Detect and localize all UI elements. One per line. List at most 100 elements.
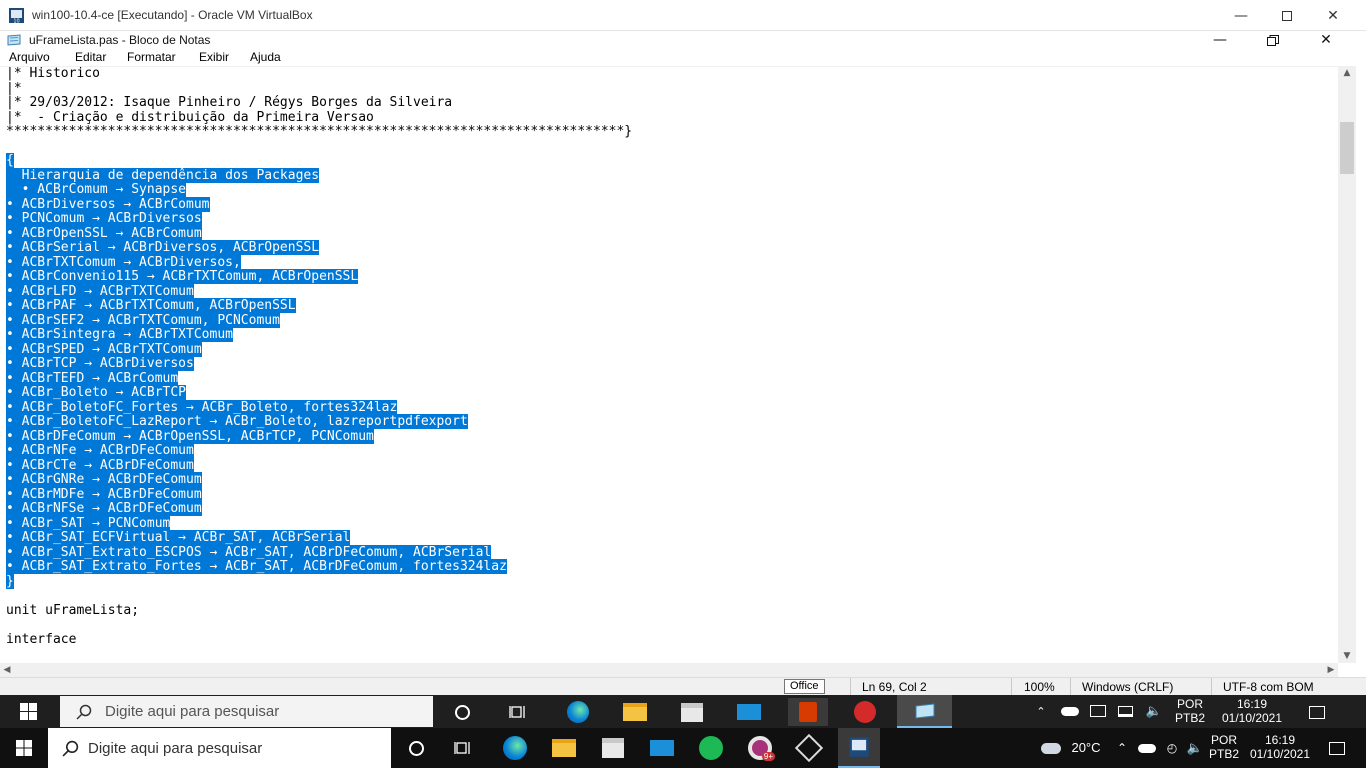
vbox-maximize-button[interactable] (1264, 0, 1310, 31)
menu-arquivo[interactable]: Arquivo (9, 50, 50, 64)
scroll-up-arrow-icon[interactable]: ▲ (1338, 66, 1356, 80)
scroll-down-arrow-icon[interactable]: ▼ (1338, 649, 1356, 663)
vm-language-indicator[interactable]: POR PTB2 (1170, 697, 1210, 725)
notepad-close-button[interactable]: ✕ (1303, 31, 1349, 49)
vm-cloud-icon-button[interactable] (1060, 703, 1080, 719)
vertical-scrollbar[interactable]: ▲ ▼ (1338, 66, 1356, 663)
editor-line: • ACBrSintegra → ACBrTXTComum (6, 327, 632, 343)
host-language-indicator[interactable]: POR PTB2 (1205, 733, 1243, 761)
menu-formatar[interactable]: Formatar (127, 50, 176, 64)
windows-logo-icon (16, 740, 32, 756)
selected-text: • ACBrSerial → ACBrDiversos, ACBrOpenSSL (6, 240, 320, 255)
virtualbox-icon: 10 (9, 8, 24, 24)
edge-icon (503, 736, 527, 760)
vm-edge-button[interactable] (560, 698, 596, 726)
vm-office-button[interactable] (788, 698, 828, 726)
host-cortana-button[interactable] (400, 734, 432, 762)
vm-show-hidden-icons[interactable]: ⌃ (1033, 703, 1049, 719)
vm-task-view-button[interactable] (503, 698, 535, 726)
host-clock[interactable]: 16:19 01/10/2021 (1244, 733, 1316, 761)
host-weather-temp[interactable]: 20°C (1066, 741, 1106, 755)
chevron-up-icon: ⌃ (1116, 741, 1128, 755)
vm-cortana-button[interactable] (446, 698, 478, 726)
host-store-button[interactable] (594, 732, 632, 764)
line-text: |* (6, 80, 22, 96)
host-show-hidden-icons[interactable]: ⌃ (1114, 740, 1130, 756)
network-icon (1117, 705, 1133, 717)
host-search-box[interactable]: Digite aqui para pesquisar (48, 728, 391, 768)
menu-bar: Arquivo Editar Formatar Exibir Ajuda (0, 49, 1366, 66)
editor-line: • ACBrLFD → ACBrTXTComum (6, 283, 632, 300)
editor-line: • ACBrDiversos → ACBrComum (6, 196, 632, 213)
office-tooltip: Office (784, 679, 825, 694)
vbox-minimize-button[interactable]: — (1218, 0, 1264, 31)
vm-clock[interactable]: 16:19 01/10/2021 (1214, 697, 1290, 725)
editor-line: • ACBrOpenSSL → ACBrComum (6, 225, 632, 242)
host-onedrive-button[interactable] (1137, 740, 1157, 756)
editor-line: • ACBrSPED → ACBrTXTComum (6, 341, 632, 358)
host-wifi-button[interactable]: ◴ (1162, 740, 1182, 756)
text-editor-area[interactable]: |* Historico |* |* 29/03/2012: Isaque Pinh… (0, 66, 1338, 663)
editor-line: • ACBrNFe → ACBrDFeComum (6, 443, 632, 459)
host-chrome-canary-button[interactable]: 9+ (741, 732, 779, 764)
host-mail-button[interactable] (643, 732, 681, 764)
vm-store-button[interactable] (674, 698, 710, 726)
vm-start-button[interactable] (0, 695, 56, 728)
notepad-minimize-button[interactable]: — (1197, 31, 1243, 49)
host-weather-button[interactable] (1038, 738, 1064, 758)
host-clock-date: 01/10/2021 (1249, 747, 1311, 761)
editor-line: • ACBrDFeComum → ACBrOpenSSL, ACBrTCP, P… (6, 428, 632, 445)
host-vm-window-button[interactable] (838, 728, 880, 768)
editor-line: • ACBrTEFD → ACBrComum (6, 370, 632, 387)
minimize-icon: — (1234, 7, 1248, 24)
editor-line: |* (6, 80, 632, 97)
spotify-icon (699, 736, 723, 760)
menu-exibir[interactable]: Exibir (199, 50, 229, 64)
line-text: interface (6, 631, 77, 647)
selected-text: } (6, 573, 14, 589)
menu-editar[interactable]: Editar (75, 50, 106, 64)
host-lang-bottom: PTB2 (1208, 747, 1239, 761)
notepad-restore-button[interactable] (1250, 31, 1296, 49)
editor-line: • ACBrConvenio115 → ACBrTXTComum, ACBrOp… (6, 269, 632, 285)
folder-icon (623, 703, 647, 721)
host-start-button[interactable] (0, 728, 48, 768)
scroll-left-arrow-icon[interactable]: ◀ (0, 663, 14, 677)
vm-network-button[interactable] (1115, 703, 1135, 719)
line-text: |* - Criação e distribuição da Primeira … (6, 109, 374, 125)
vm-notifications-button[interactable] (1302, 700, 1332, 724)
selected-text: • ACBr_SAT_Extrato_ESCPOS → ACBr_SAT, AC… (6, 544, 492, 560)
editor-line: |* 29/03/2012: Isaque Pinheiro / Régys B… (6, 95, 632, 111)
vm-explorer-button[interactable] (617, 698, 653, 726)
menu-ajuda[interactable]: Ajuda (250, 50, 281, 64)
vbox-close-button[interactable]: ✕ (1310, 0, 1356, 31)
host-edge-button[interactable] (496, 732, 534, 764)
selected-text: • ACBrNFSe → ACBrDFeComum (6, 501, 202, 516)
vm-lazarus-button[interactable] (845, 698, 885, 726)
vm-notepad-button[interactable] (897, 695, 952, 728)
vm-volume-button[interactable]: 🔈 (1142, 703, 1166, 719)
selected-text: • ACBrPAF → ACBrTXTComum, ACBrOpenSSL (6, 298, 296, 313)
notepad-icon (7, 34, 21, 46)
encoding: UTF-8 com BOM (1223, 680, 1314, 694)
host-volume-button[interactable]: 🔈 (1184, 740, 1206, 756)
scroll-right-arrow-icon[interactable]: ▶ (1324, 663, 1338, 677)
editor-line: • ACBrMDFe → ACBrDFeComum (6, 486, 632, 503)
selected-text: • ACBrOpenSSL → ACBrComum (6, 225, 202, 241)
selected-text: • ACBrConvenio115 → ACBrTXTComum, ACBrOp… (6, 269, 359, 284)
vm-clock-time: 16:19 (1236, 697, 1268, 711)
line-text: |* Historico (6, 66, 100, 81)
vm-search-box[interactable]: Digite aqui para pesquisar (60, 696, 433, 727)
host-explorer-button[interactable] (545, 732, 583, 764)
horizontal-scrollbar[interactable]: ◀ ▶ (0, 663, 1338, 677)
vm-mail-button[interactable] (731, 698, 767, 726)
host-notifications-button[interactable] (1322, 736, 1352, 760)
host-task-view-button[interactable] (448, 734, 480, 762)
selected-text: • ACBrComum → Synapse (6, 182, 187, 197)
vertical-scroll-thumb[interactable] (1340, 122, 1354, 174)
editor-line: • ACBrPAF → ACBrTXTComum, ACBrOpenSSL (6, 298, 632, 314)
host-spotify-button[interactable] (692, 732, 730, 764)
vm-tray-app-button[interactable] (1088, 703, 1108, 719)
host-virtualbox-button[interactable] (790, 732, 828, 764)
